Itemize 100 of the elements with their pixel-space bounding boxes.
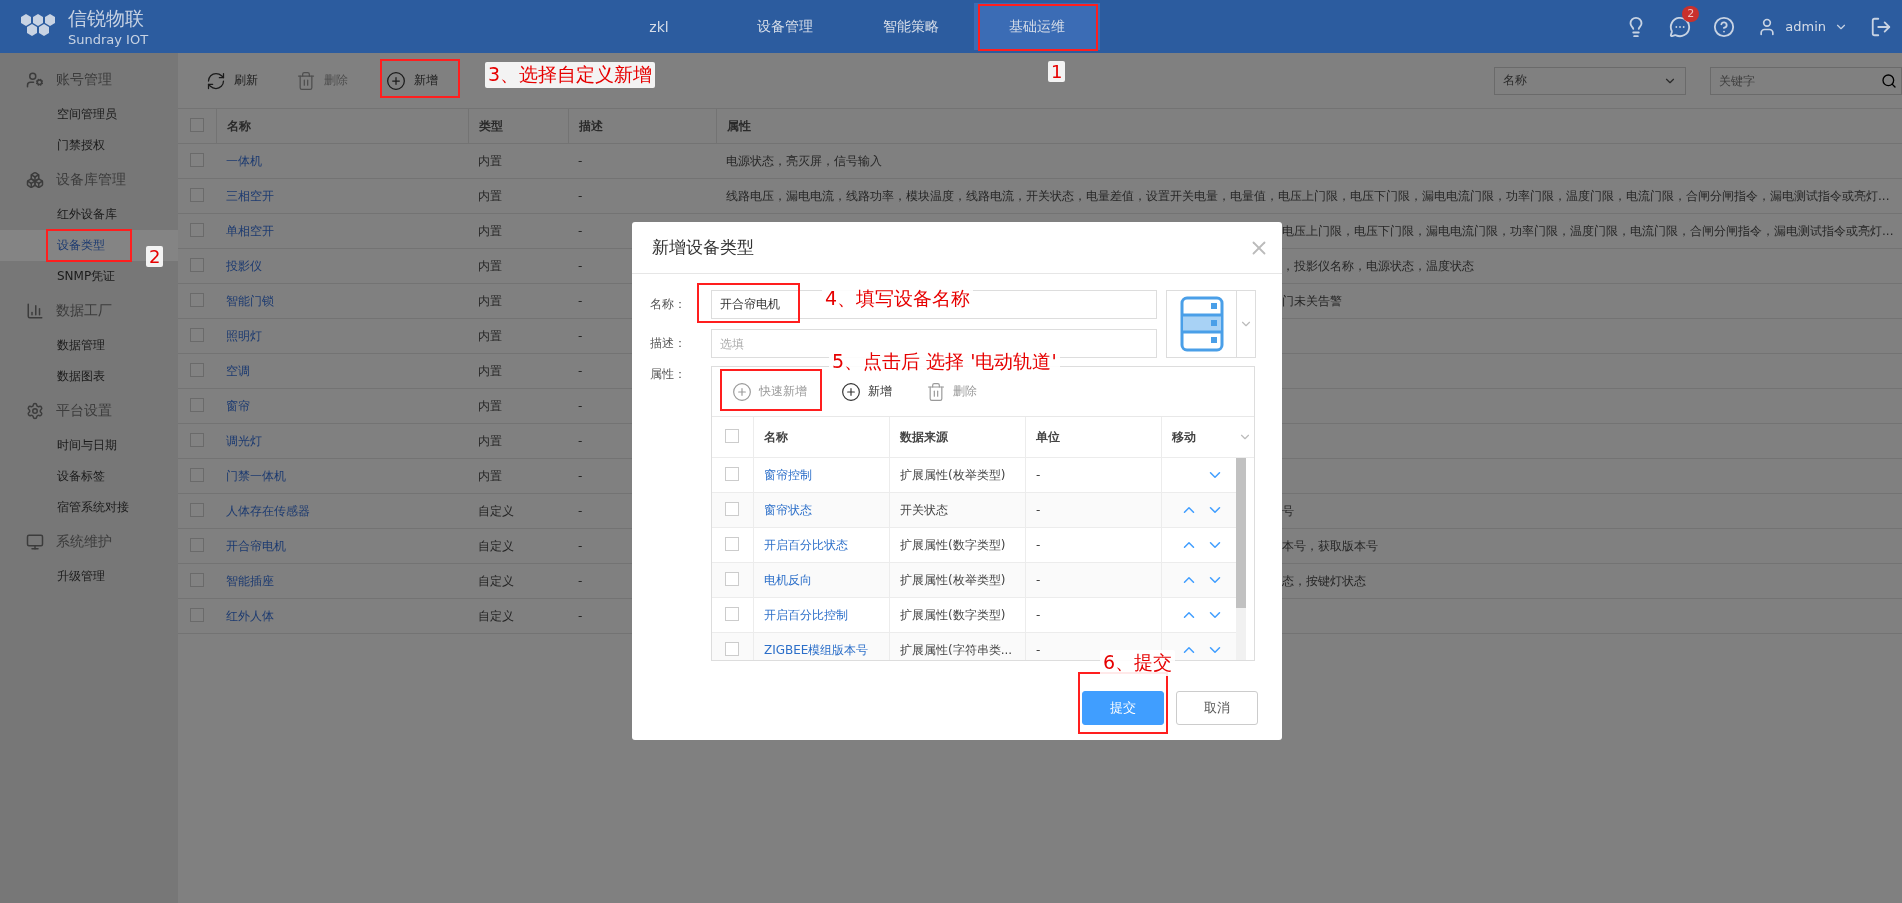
nav-tab[interactable]: 设备管理 [722,3,848,50]
sidebar-item[interactable]: 数据图表 [57,368,105,385]
annotation-text: 6、提交 [1100,650,1176,676]
group-icon [26,402,44,420]
table-cell: 电压上门限，电压下门限，漏电电流门限，功率门限，温度门限，电流门限，合闸分闸指令，漏电测试指令或亮灯... [1282,222,1894,240]
table-cell: 扩展属性(枚举类型) [900,571,1006,589]
checkbox[interactable] [190,117,204,132]
checkbox[interactable] [190,502,204,517]
sidebar-item[interactable]: 门禁授权 [57,137,105,154]
nav-tab[interactable]: 智能策略 [848,3,974,50]
table-cell: 三相空开 [226,187,274,205]
column-header: 单位 [1036,428,1060,446]
annotation-text: 3、选择自定义新增 [485,62,656,88]
search-icon[interactable] [1881,72,1897,89]
table-cell: 窗帘状态 [764,501,812,519]
table-cell: - [578,259,583,273]
checkbox[interactable] [190,537,204,552]
checkbox[interactable] [190,292,204,307]
field-label: 名称： [650,296,687,313]
checkbox[interactable] [190,572,204,587]
sidebar-item[interactable]: 空间管理员 [57,106,117,123]
table-cell: 自定义 [478,537,514,555]
sidebar-group-title: 数据工厂 [56,302,112,320]
notification-badge: 2 [1682,5,1700,22]
table-cell: - [578,609,583,623]
table-cell: 扩展属性(数字类型) [900,536,1006,554]
server-icon [1179,296,1224,352]
search-field[interactable]: 关键字 [1710,66,1902,95]
checkbox[interactable] [190,362,204,377]
chat-icon[interactable] [1669,15,1692,38]
table-cell: 自定义 [478,572,514,590]
field-label: 属性： [650,366,687,383]
checkbox[interactable] [190,607,204,622]
checkbox[interactable] [190,187,204,202]
table-cell: 照明灯 [226,327,262,345]
annotation-text: 2 [146,246,164,267]
table-cell: 调光灯 [226,432,262,450]
sidebar-item[interactable]: 红外设备库 [57,206,117,223]
table-cell: - [578,364,583,378]
sidebar-item[interactable]: 设备标签 [57,468,105,485]
sidebar-item[interactable]: 设备类型 [57,237,105,254]
sidebar-item[interactable]: 升级管理 [57,568,105,585]
table-cell: 内置 [478,292,502,310]
dialog-title: 新增设备类型 [652,236,754,259]
dialog-button[interactable]: 取消 [1176,691,1258,725]
table-cell: 门未关告警 [1282,292,1342,310]
plus-circle-icon [841,381,861,402]
toolbar-button[interactable]: 新增 [835,376,898,407]
field-label: 描述： [650,335,687,352]
checkbox[interactable] [190,467,204,482]
toolbar-button[interactable]: 刷新 [194,63,270,98]
checkbox[interactable] [190,222,204,237]
table-cell: 智能门锁 [226,292,274,310]
table-cell: - [1036,608,1041,622]
user-name[interactable]: admin [1785,19,1826,34]
table-cell: - [1036,573,1041,587]
table-cell: 开合帘电机 [226,537,286,555]
table-cell: 扩展属性(枚举类型) [900,466,1006,484]
sidebar-item[interactable]: 宿管系统对接 [57,499,129,516]
table-cell: - [578,504,583,518]
table-cell: - [578,189,583,203]
column-header: 名称 [764,428,788,446]
table-cell: ，投影仪名称，电源状态，温度状态 [1282,257,1474,275]
scrollbar-thumb[interactable] [1236,458,1246,608]
checkbox[interactable] [190,432,204,447]
sidebar-item[interactable]: SNMP凭证 [57,268,116,285]
sidebar-group-title: 系统维护 [56,533,112,551]
table-cell: 扩展属性(数字类型) [900,606,1006,624]
group-icon [26,533,44,551]
table-cell: 门禁一体机 [226,467,286,485]
table-cell: 窗帘 [226,397,250,415]
sidebar-item[interactable]: 数据管理 [57,337,105,354]
table-cell: - [1036,643,1041,657]
checkbox[interactable] [190,327,204,342]
table-cell: 号 [1282,502,1294,520]
plus-circle-icon [732,381,752,402]
table-cell: 内置 [478,397,502,415]
table-cell: 自定义 [478,502,514,520]
help-icon[interactable] [1713,15,1736,38]
table-cell: - [578,154,583,168]
column-header: 名称 [227,117,251,135]
table-cell: ZIGBEE模组版本号 [764,641,869,659]
table-cell: 窗帘控制 [764,466,812,484]
sidebar-item[interactable]: 时间与日期 [57,437,117,454]
column-header: 描述 [579,117,603,135]
logout-icon[interactable] [1870,15,1892,38]
dialog-button[interactable]: 提交 [1082,691,1164,725]
checkbox[interactable] [190,397,204,412]
checkbox[interactable] [190,152,204,167]
icon-picker[interactable] [1166,290,1256,358]
checkbox[interactable] [190,257,204,272]
group-icon [26,71,44,89]
filter-select[interactable]: 名称 [1494,66,1686,95]
annotation-text: 1 [1048,61,1066,82]
table-cell: 红外人体 [226,607,274,625]
table-cell: 空调 [226,362,250,380]
nav-tab[interactable]: zkl [596,3,722,50]
toolbar-button[interactable]: 新增 [374,63,450,98]
column-header: 类型 [479,117,503,135]
table-cell: 内置 [478,152,502,170]
